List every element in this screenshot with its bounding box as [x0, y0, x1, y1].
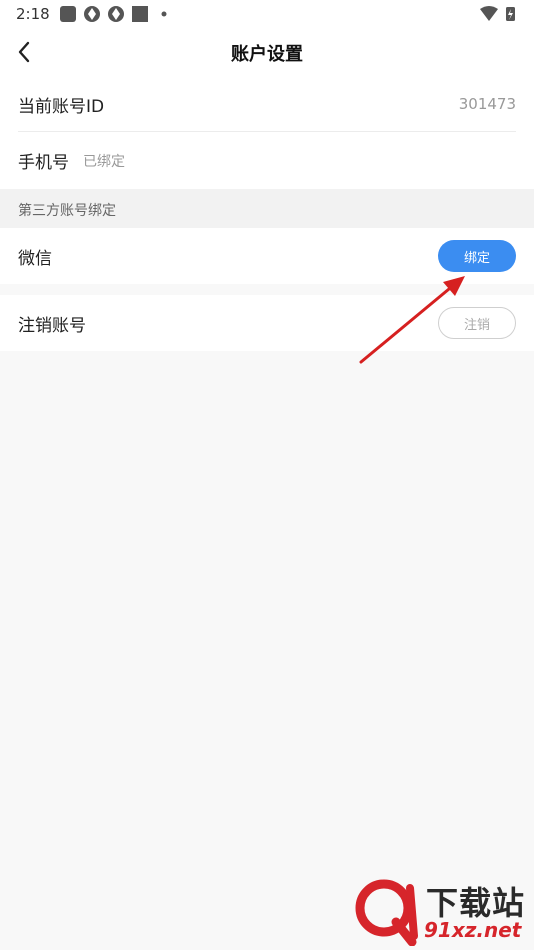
system-status-icons [480, 6, 515, 21]
account-id-label: 当前账号ID [18, 96, 105, 117]
wifi-icon [480, 6, 498, 21]
third-party-section-header: 第三方账号绑定 [0, 189, 534, 228]
aperture-icon-2 [108, 6, 124, 22]
watermark-logo: 下载站 91xz.net [354, 878, 526, 946]
aperture-icon [84, 6, 100, 22]
square-notification-icon [132, 6, 148, 22]
account-id-value: 301473 [458, 95, 516, 113]
account-info-group: 当前账号ID 301473 手机号 已绑定 [0, 76, 534, 189]
phone-label: 手机号 [18, 153, 69, 173]
more-dot-icon [161, 11, 167, 17]
section-title: 第三方账号绑定 [18, 203, 116, 219]
deregister-label: 注销账号 [18, 315, 86, 336]
annotation-arrow-icon [359, 276, 465, 364]
watermark-url: 91xz.net [424, 918, 522, 942]
status-time: 2:18 [16, 5, 50, 23]
notification-icons [60, 6, 167, 22]
page-title: 账户设置 [231, 44, 303, 65]
phone-status: 已绑定 [83, 153, 125, 170]
nav-bar: 账户设置 [0, 28, 534, 76]
phone-row[interactable]: 手机号 已绑定 [18, 132, 516, 189]
app-notification-icon [60, 6, 76, 22]
status-bar: 2:18 [0, 0, 534, 28]
wechat-label: 微信 [18, 248, 52, 269]
watermark-emblem-icon [355, 879, 418, 946]
bind-wechat-button[interactable]: 绑定 [438, 240, 516, 272]
account-id-row: 当前账号ID 301473 [18, 76, 516, 132]
